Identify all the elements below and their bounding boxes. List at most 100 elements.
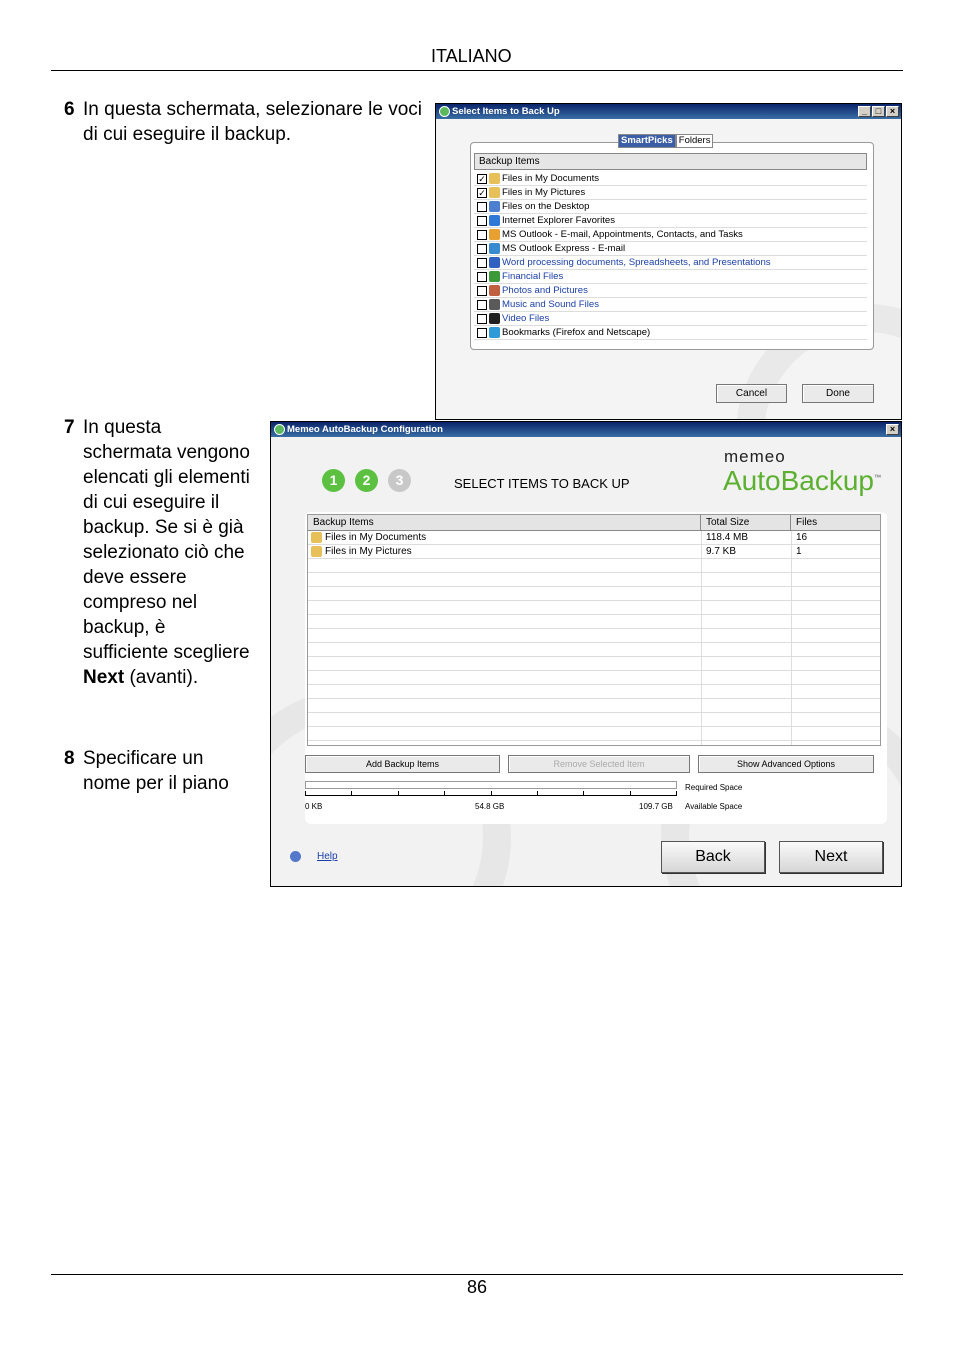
table-row <box>308 671 880 685</box>
folder-icon <box>489 173 500 184</box>
cancel-button[interactable]: Cancel <box>716 384 787 403</box>
add-backup-items-button[interactable]: Add Backup Items <box>305 755 500 773</box>
checkbox[interactable] <box>477 300 487 310</box>
items-group: Backup Items ✓ Files in My Documents ✓ File… <box>470 142 874 350</box>
autobackup-config-window: Memeo AutoBackup Configuration × 1 2 3 S… <box>270 421 902 887</box>
table-row <box>308 559 880 573</box>
header-rule <box>51 70 903 71</box>
list-item[interactable]: Music and Sound Files <box>474 298 867 312</box>
list-item[interactable]: ✓ Files in My Documents <box>474 172 867 186</box>
column-total-size[interactable]: Total Size <box>701 515 791 530</box>
checkbox[interactable] <box>477 216 487 226</box>
close-icon[interactable]: × <box>886 106 899 117</box>
title-bar: Memeo AutoBackup Configuration × <box>271 422 901 437</box>
app-icon <box>439 106 450 117</box>
list-item-label: Files in My Documents <box>502 173 600 184</box>
window-body: 1 2 3 SELECT ITEMS TO BACK UP memeo Auto… <box>271 437 901 886</box>
scale-tick <box>444 791 446 796</box>
help-icon[interactable] <box>290 851 301 862</box>
internet-explorer-icon <box>489 215 500 226</box>
checkbox[interactable] <box>477 328 487 338</box>
checkbox[interactable] <box>477 230 487 240</box>
outlook-icon <box>489 229 500 240</box>
window-title: Select Items to Back Up <box>452 106 560 117</box>
close-icon[interactable]: × <box>886 424 899 435</box>
table-row <box>308 601 880 615</box>
space-bar <box>305 781 677 789</box>
list-item[interactable]: Files on the Desktop <box>474 200 867 214</box>
list-item-label: Financial Files <box>502 271 564 282</box>
done-button[interactable]: Done <box>802 384 874 403</box>
tab-smartpicks[interactable]: SmartPicks <box>618 134 676 148</box>
scale-tick <box>583 791 585 796</box>
step-text: In questa schermata, selezionare le voci… <box>83 99 423 145</box>
list-item[interactable]: ✓ Files in My Pictures <box>474 186 867 200</box>
scale-max-label: 109.7 GB <box>639 802 673 811</box>
window-title: Memeo AutoBackup Configuration <box>287 424 443 435</box>
scale-min-label: 0 KB <box>305 802 323 811</box>
list-item[interactable]: Bookmarks (Firefox and Netscape) <box>474 326 867 340</box>
list-item[interactable]: MS Outlook - E-mail, Appointments, Conta… <box>474 228 867 242</box>
cell-size: 9.7 KB <box>706 546 737 557</box>
table-row <box>308 699 880 713</box>
checkbox[interactable]: ✓ <box>477 174 487 184</box>
pictures-folder-icon <box>489 187 500 198</box>
table-row <box>308 629 880 643</box>
table-row <box>308 573 880 587</box>
list-item[interactable]: MS Outlook Express - E-mail <box>474 242 867 256</box>
maximize-icon[interactable]: □ <box>872 106 885 117</box>
cell-item: Files in My Pictures <box>325 546 412 557</box>
document-icon <box>489 257 500 268</box>
table-row <box>308 643 880 657</box>
step-number: 7 <box>64 417 75 438</box>
cell-item: Files in My Documents <box>325 532 427 543</box>
step-2-indicator: 2 <box>355 469 378 492</box>
table-row[interactable]: Files in My Documents 118.4 MB 16 <box>308 531 880 545</box>
list-item[interactable]: Video Files <box>474 312 867 326</box>
outlook-express-icon <box>489 243 500 254</box>
list-item[interactable]: Word processing documents, Spreadsheets,… <box>474 256 867 270</box>
cell-size: 118.4 MB <box>706 532 749 543</box>
step-text-part: (avanti). <box>124 667 199 688</box>
column-files[interactable]: Files <box>791 515 881 530</box>
checkbox[interactable] <box>477 202 487 212</box>
minimize-icon[interactable]: _ <box>858 106 871 117</box>
checkbox[interactable] <box>477 244 487 254</box>
list-item-label: Photos and Pictures <box>502 285 588 296</box>
list-item[interactable]: Internet Explorer Favorites <box>474 214 867 228</box>
list-item-label: Bookmarks (Firefox and Netscape) <box>502 327 651 338</box>
table-row <box>308 615 880 629</box>
cell-files: 1 <box>796 546 802 557</box>
items-list: ✓ Files in My Documents ✓ Files in My Pictu… <box>474 172 867 340</box>
checkbox[interactable] <box>477 286 487 296</box>
table-row <box>308 685 880 699</box>
required-space-label: Required Space <box>685 783 743 792</box>
tab-folders[interactable]: Folders <box>675 134 714 148</box>
help-link[interactable]: Help <box>317 851 338 862</box>
column-backup-items[interactable]: Backup Items <box>308 515 701 530</box>
show-advanced-options-button[interactable]: Show Advanced Options <box>698 755 874 773</box>
memeo-logo: memeo <box>724 447 786 466</box>
list-item[interactable]: Photos and Pictures <box>474 284 867 298</box>
items-table: Backup Items Total Size Files Files in M… <box>307 514 881 746</box>
available-space-label: Available Space <box>685 802 743 811</box>
scale-tick <box>397 791 399 796</box>
checkbox[interactable]: ✓ <box>477 188 487 198</box>
list-item-label: Word processing documents, Spreadsheets,… <box>502 257 771 268</box>
table-row <box>308 713 880 727</box>
bookmarks-icon <box>489 327 500 338</box>
back-button[interactable]: Back <box>661 841 765 873</box>
remove-selected-item-button[interactable]: Remove Selected Item <box>508 755 690 773</box>
list-item[interactable]: Financial Files <box>474 270 867 284</box>
checkbox[interactable] <box>477 258 487 268</box>
next-button[interactable]: Next <box>779 841 883 873</box>
brand-name: AutoBackup <box>723 465 874 496</box>
table-row[interactable]: Files in My Pictures 9.7 KB 1 <box>308 545 880 559</box>
checkbox[interactable] <box>477 272 487 282</box>
step-number: 6 <box>64 99 75 120</box>
step-heading: SELECT ITEMS TO BACK UP <box>454 476 630 491</box>
step-number: 8 <box>64 748 75 769</box>
step-text-part: In questa schermata vengono elencati gli… <box>83 417 250 663</box>
table-header: Backup Items Total Size Files <box>308 515 880 531</box>
checkbox[interactable] <box>477 314 487 324</box>
